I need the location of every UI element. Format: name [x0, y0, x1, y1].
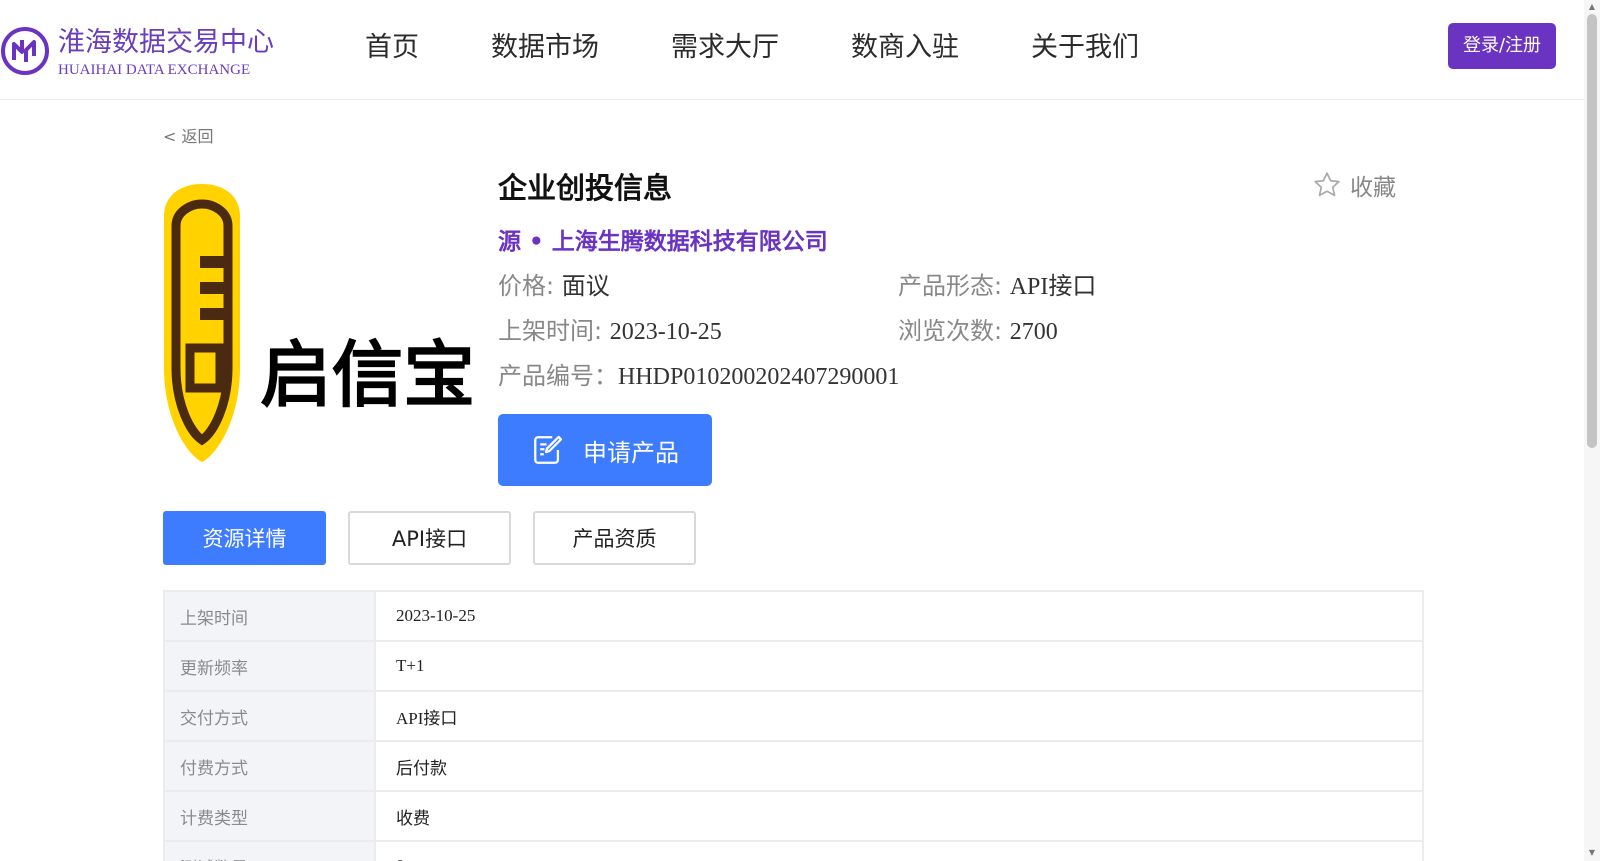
product-title: 企业创投信息 [498, 171, 673, 205]
favorite-label: 收藏 [1350, 175, 1396, 201]
row-key: 更新频率 [163, 640, 376, 692]
tab-product-qualification[interactable]: 产品资质 [533, 511, 696, 565]
nav-data-market[interactable]: 数据市场 [491, 26, 599, 70]
login-register-button[interactable]: 登录/注册 [1448, 23, 1556, 69]
form-key: 产品形态: [898, 272, 1010, 300]
row-key: 交付方式 [163, 690, 376, 742]
apply-product-button[interactable]: 申请产品 [498, 414, 712, 486]
views-field: 浏览次数: 2700 [898, 311, 1058, 346]
table-row: 测试数量0 [163, 840, 1424, 861]
table-row: 计费类型 收费 [163, 790, 1424, 842]
tab-resource-details[interactable]: 资源详情 [163, 511, 326, 565]
product-logo-image: 启信宝 [164, 184, 475, 462]
product-code-value: HHDP010200202407290001 [618, 364, 900, 390]
price-key: 价格: [498, 272, 562, 300]
star-icon [1314, 172, 1340, 197]
tab-api[interactable]: API接口 [348, 511, 511, 565]
favorite-button[interactable]: 收藏 [1312, 168, 1396, 202]
row-value: 2023-10-25 [374, 590, 1424, 642]
product-code-key: 产品编号： [498, 362, 618, 390]
product-code-field: 产品编号：HHDP010200202407290001 [498, 356, 899, 391]
main-nav: 首页 数据市场 需求大厅 数商入驻 关于我们 [330, 26, 1211, 70]
nav-about-us[interactable]: 关于我们 [1031, 26, 1139, 70]
listed-date-field: 上架时间: 2023-10-25 [498, 311, 722, 346]
table-row: 上架时间 2023-10-25 [163, 590, 1424, 642]
form-value: API接口 [1009, 274, 1097, 300]
detail-tabs: 资源详情 API接口 产品资质 [163, 511, 718, 565]
edit-form-icon [534, 435, 563, 464]
price-field: 价格: 面议 [498, 266, 610, 301]
row-value: 0 [374, 840, 1424, 861]
resource-detail-table: 上架时间 2023-10-25 更新频率 T+1 交付方式 API接口 付费方式 后付款… [163, 590, 1424, 861]
form-field: 产品形态: API接口 [898, 266, 1096, 301]
back-link[interactable]: < 返回 [163, 123, 214, 147]
row-key: 付费方式 [163, 740, 376, 792]
scroll-down-arrow-icon[interactable]: ▼ [1587, 848, 1597, 858]
product-logo-wordmark: 启信宝 [260, 333, 475, 417]
table-row: 交付方式 API接口 [163, 690, 1424, 742]
logo-subtitle: HUAIHAI DATA EXCHANGE [58, 62, 251, 78]
row-key: 上架时间 [163, 590, 376, 642]
table-row: 付费方式 后付款 [163, 740, 1424, 792]
nav-merchant-join[interactable]: 数商入驻 [851, 26, 959, 70]
views-value: 2700 [1009, 319, 1058, 345]
exchange-logo-icon[interactable] [0, 26, 50, 76]
price-value: 面议 [561, 274, 610, 300]
page-scrollbar[interactable]: ▲ ▼ [1584, 0, 1600, 861]
row-value: T+1 [374, 640, 1424, 692]
views-key: 浏览次数: [898, 317, 1010, 345]
logo-title[interactable]: 淮海数据交易中心 [58, 20, 274, 59]
apply-product-label: 申请产品 [583, 438, 679, 467]
row-value: 收费 [374, 790, 1424, 842]
row-value: 后付款 [374, 740, 1424, 792]
top-header: 淮海数据交易中心 HUAIHAI DATA EXCHANGE 首页 数据市场 需… [0, 0, 1600, 100]
nav-home[interactable]: 首页 [365, 26, 419, 70]
product-source[interactable]: 源 • 上海生腾数据科技有限公司 [498, 222, 828, 256]
row-key: 测试数量 [163, 840, 376, 861]
row-value: API接口 [374, 690, 1424, 742]
scroll-thumb[interactable] [1587, 14, 1597, 448]
listed-date-value: 2023-10-25 [609, 319, 722, 345]
listed-date-key: 上架时间: [498, 317, 610, 345]
row-key: 计费类型 [163, 790, 376, 842]
table-row: 更新频率 T+1 [163, 640, 1424, 692]
nav-demand-hall[interactable]: 需求大厅 [671, 26, 779, 70]
scroll-up-arrow-icon[interactable]: ▲ [1587, 2, 1597, 12]
login-register-label: 登录/注册 [1462, 35, 1542, 56]
